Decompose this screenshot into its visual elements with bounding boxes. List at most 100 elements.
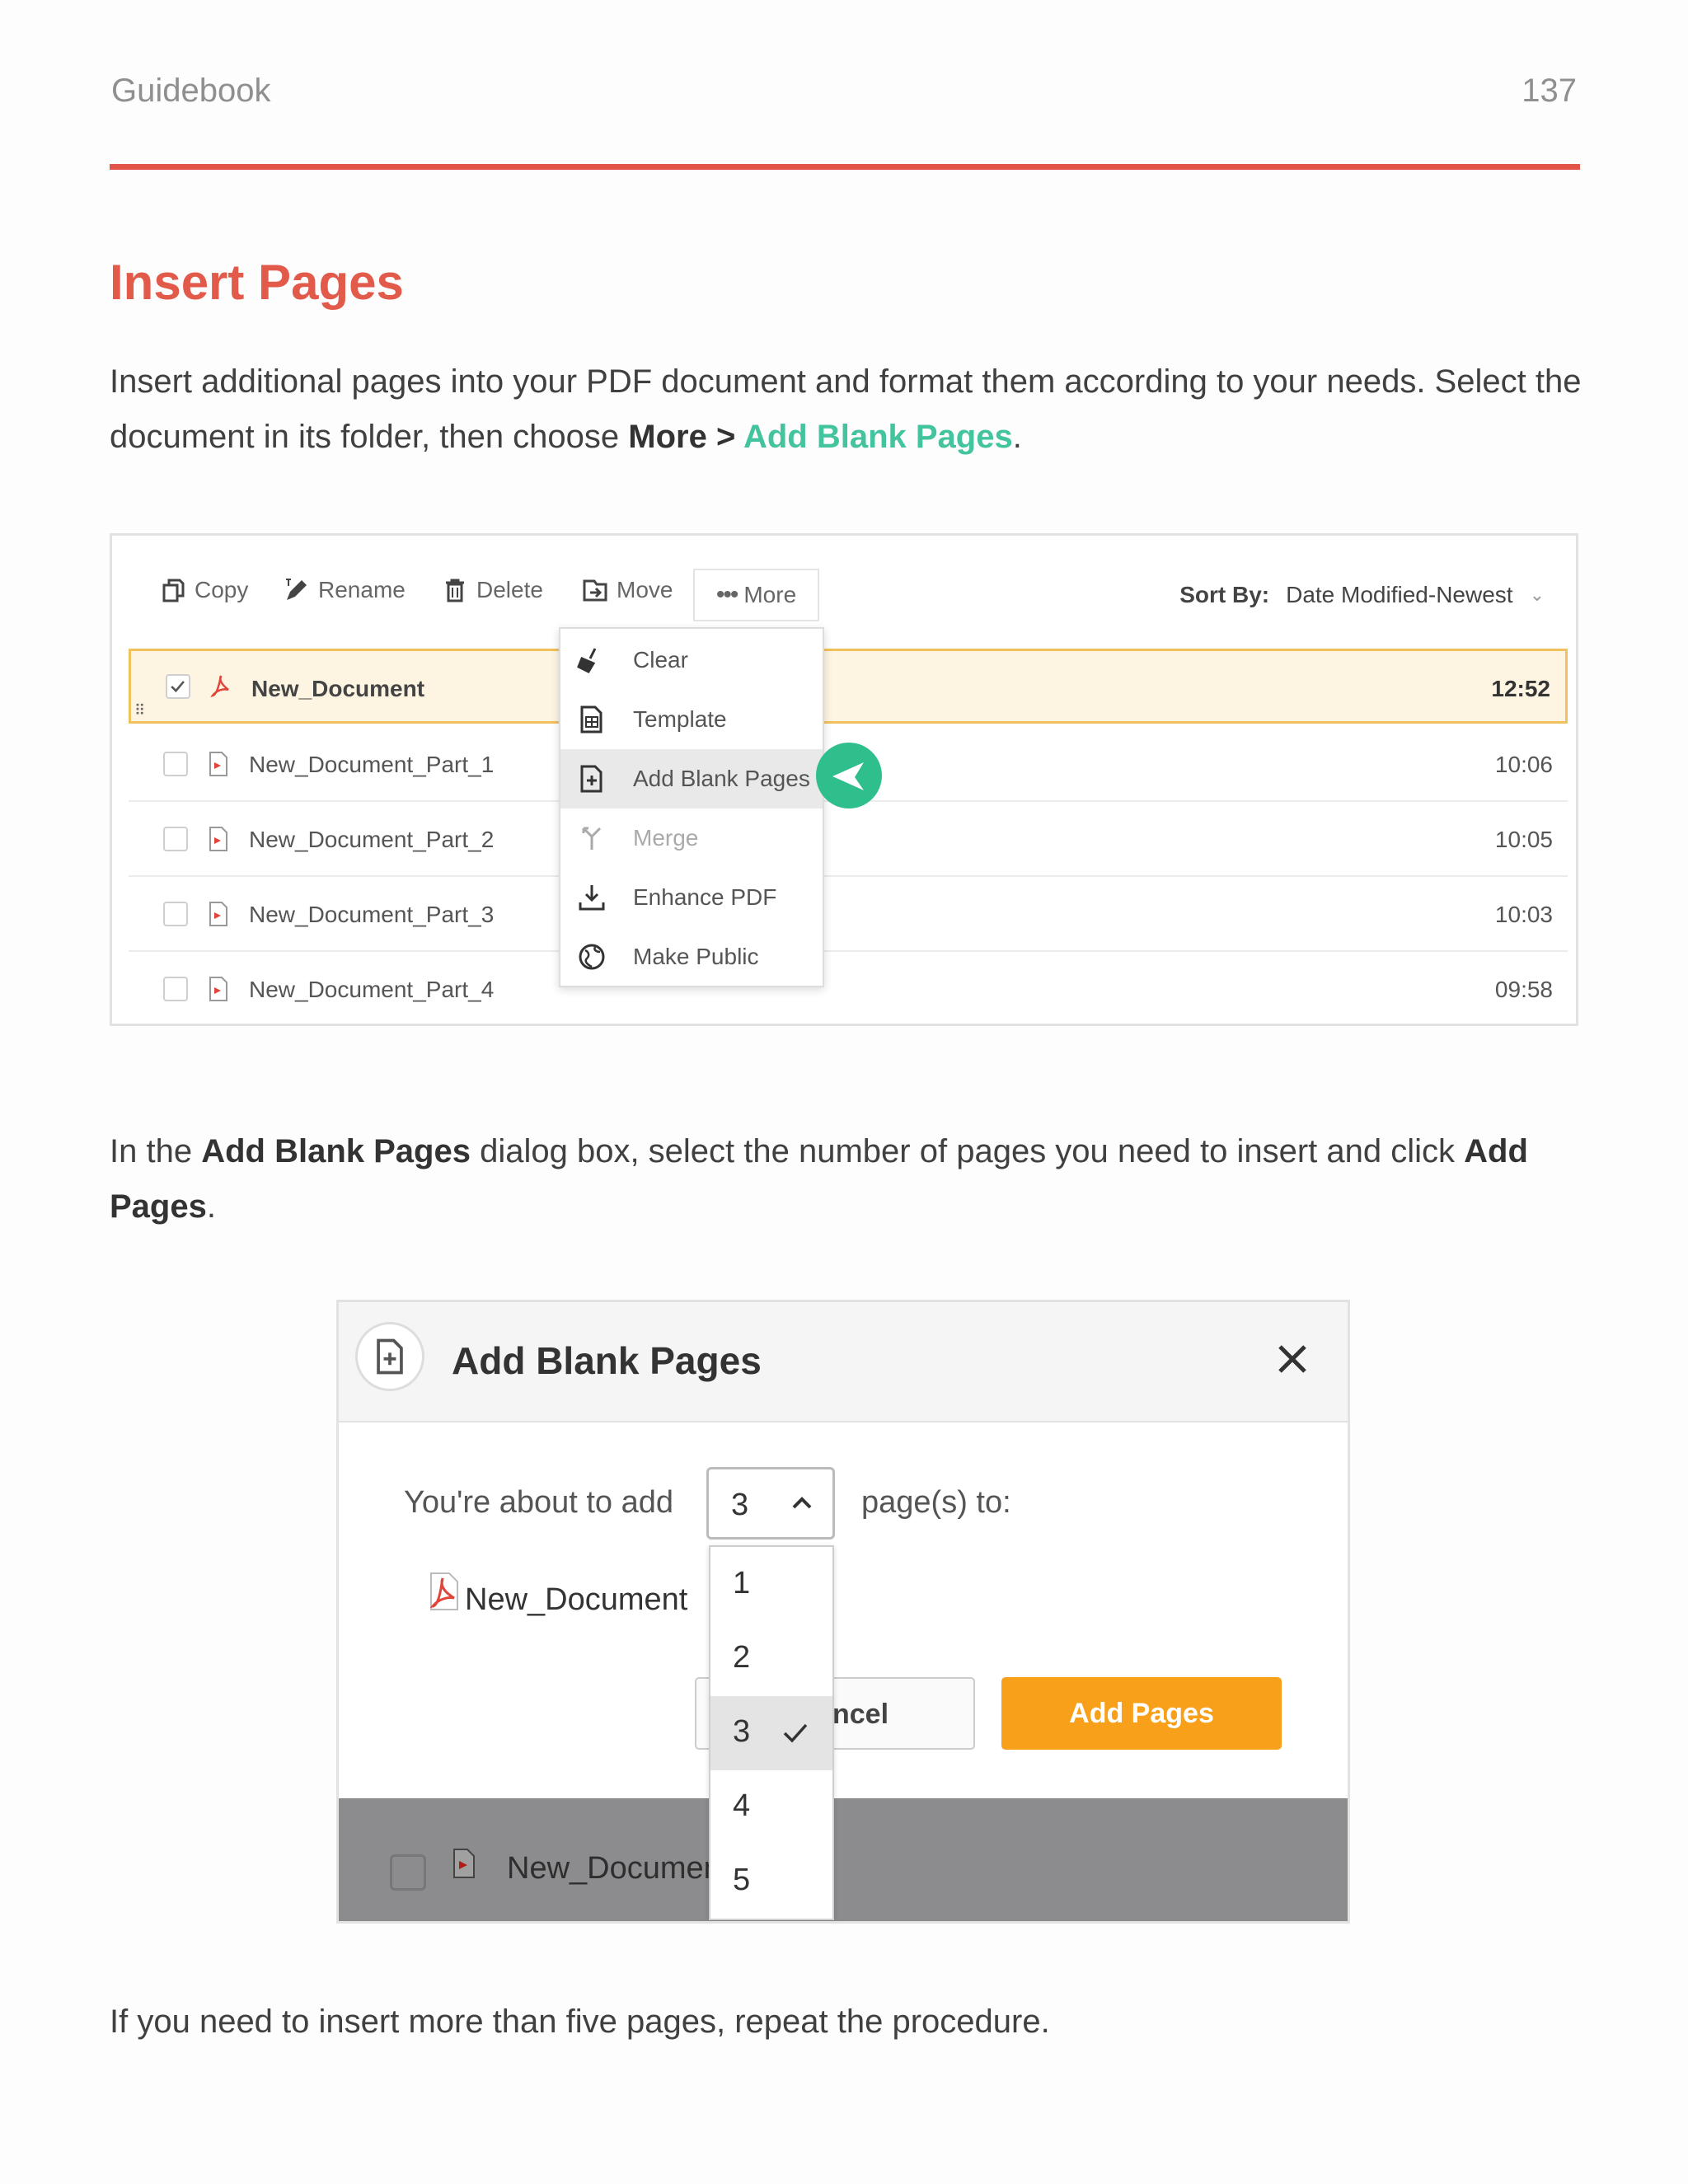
file-name: New_Documen: [507, 1851, 721, 1886]
dialog-header: Add Blank Pages: [339, 1302, 1348, 1422]
pdf-file-icon: [209, 902, 227, 926]
pages-to-label: page(s) to:: [861, 1485, 1011, 1520]
add-page-icon: [580, 765, 603, 793]
template-icon: [580, 705, 603, 733]
menu-item-template[interactable]: Template: [560, 690, 823, 749]
menu-item-clear[interactable]: Clear: [560, 630, 823, 690]
para2-text: In the: [110, 1133, 202, 1169]
broom-icon: [577, 648, 597, 673]
menu-item-enhance-pdf[interactable]: Enhance PDF: [560, 868, 823, 927]
add-page-icon: [355, 1322, 424, 1391]
more-menu: Clear Template Add Blank Pages Merge Enh…: [559, 627, 824, 987]
para2-bold-dialog: Add Blank Pages: [201, 1133, 471, 1169]
page-number: 137: [1522, 73, 1577, 109]
row-checkbox[interactable]: [163, 902, 188, 926]
row-checkbox: [390, 1854, 426, 1891]
close-icon[interactable]: [1272, 1338, 1313, 1380]
move-label: Move: [617, 577, 673, 602]
intro-more: More: [628, 419, 707, 455]
menu-item-add-blank-pages[interactable]: Add Blank Pages: [560, 749, 823, 808]
file-name: New_Document_Part_3: [249, 902, 495, 927]
pdf-file-icon: [209, 977, 227, 1001]
copy-button[interactable]: Copy: [160, 577, 248, 603]
menu-item-make-public[interactable]: Make Public: [560, 927, 823, 987]
para2-text: dialog box, select the number of pages y…: [470, 1133, 1465, 1169]
option-5[interactable]: 5: [710, 1844, 832, 1919]
pointer-indicator-icon: [816, 743, 882, 808]
intro-paragraph: Insert additional pages into your PDF do…: [110, 354, 1585, 465]
para2-end: .: [206, 1188, 216, 1225]
option-label: 4: [733, 1788, 751, 1823]
file-time: 12:52: [1491, 676, 1550, 701]
check-icon: [783, 1723, 808, 1743]
drag-handle-icon[interactable]: ⠿: [134, 702, 145, 719]
file-row[interactable]: New_Document_Part_3 10:03: [129, 877, 1568, 952]
pdf-file-icon: [209, 752, 227, 776]
merge-icon: [582, 827, 602, 850]
menu-label: Add Blank Pages: [633, 766, 810, 791]
running-header: Guidebook: [111, 73, 271, 109]
dots-icon: •••: [715, 581, 738, 608]
file-name: New_Document_Part_2: [249, 827, 495, 852]
section-title: Insert Pages: [110, 255, 404, 310]
rename-label: Rename: [318, 577, 406, 602]
option-3[interactable]: 3: [710, 1696, 832, 1770]
file-row[interactable]: New_Document_Part_4 09:58: [129, 952, 1568, 1027]
row-checkbox-checked[interactable]: [166, 674, 190, 699]
row-checkbox[interactable]: [163, 827, 188, 851]
file-time: 10:05: [1494, 827, 1553, 852]
file-row[interactable]: New_Document_Part_2 10:05: [129, 802, 1568, 877]
delete-label: Delete: [476, 577, 543, 602]
menu-item-merge[interactable]: Merge: [560, 808, 823, 868]
file-row[interactable]: New_Document 12:52 ⠿: [129, 649, 1568, 724]
page-count-dropdown: 1 2 3 4 5: [709, 1545, 834, 1920]
add-pages-button[interactable]: Add Pages: [1001, 1677, 1282, 1750]
trash-icon: [446, 579, 464, 602]
background-file-row: New_Documen: [339, 1798, 1348, 1921]
selected-value: 3: [731, 1488, 749, 1522]
target-document: New_Document: [465, 1582, 688, 1617]
file-time: 09:58: [1494, 977, 1553, 1002]
file-name: New_Document_Part_4: [249, 977, 495, 1002]
option-2[interactable]: 2: [710, 1622, 832, 1696]
menu-label: Enhance PDF: [633, 884, 777, 910]
dialog-title: Add Blank Pages: [452, 1339, 762, 1382]
add-blank-pages-dialog: Add Blank Pages You're about to add 3 pa…: [336, 1300, 1350, 1924]
row-checkbox[interactable]: [163, 752, 188, 776]
page-count-select[interactable]: 3: [706, 1467, 835, 1540]
about-to-add-label: You're about to add: [404, 1485, 674, 1520]
intro-add-blank-pages: Add Blank Pages: [743, 419, 1013, 455]
rename-button[interactable]: Rename: [284, 577, 406, 603]
move-icon: [583, 579, 607, 602]
file-name: New_Document_Part_1: [249, 752, 495, 777]
more-button[interactable]: ••• More: [693, 569, 819, 621]
row-checkbox[interactable]: [163, 977, 188, 1001]
delete-button[interactable]: Delete: [442, 577, 543, 603]
sort-control[interactable]: Sort By: Date Modified-Newest ⌄: [1179, 582, 1545, 608]
header-rule: [110, 164, 1580, 170]
option-label: 2: [733, 1640, 751, 1675]
pdf-icon: [429, 1572, 458, 1610]
option-label: 3: [733, 1714, 751, 1749]
option-label: 1: [733, 1566, 751, 1601]
sort-label: Sort By:: [1179, 582, 1270, 607]
menu-label: Merge: [633, 825, 699, 851]
menu-label: Template: [633, 706, 727, 732]
option-label: 5: [733, 1863, 751, 1897]
sort-value: Date Modified-Newest: [1286, 582, 1513, 607]
file-time: 10:06: [1494, 752, 1553, 777]
globe-icon: [579, 944, 605, 970]
option-4[interactable]: 4: [710, 1770, 832, 1844]
cancel-label: ncel: [832, 1699, 889, 1730]
menu-label: Clear: [633, 647, 688, 673]
file-name: New_Document: [251, 676, 425, 701]
download-icon: [579, 885, 605, 911]
pencil-icon: [286, 579, 307, 600]
option-1[interactable]: 1: [710, 1548, 832, 1622]
menu-label: Make Public: [633, 944, 759, 969]
dialog-instructions: In the Add Blank Pages dialog box, selec…: [110, 1124, 1585, 1235]
copy-icon: [162, 579, 185, 602]
more-label: More: [743, 582, 797, 607]
chevron-up-icon: [792, 1497, 812, 1509]
move-button[interactable]: Move: [582, 577, 673, 603]
